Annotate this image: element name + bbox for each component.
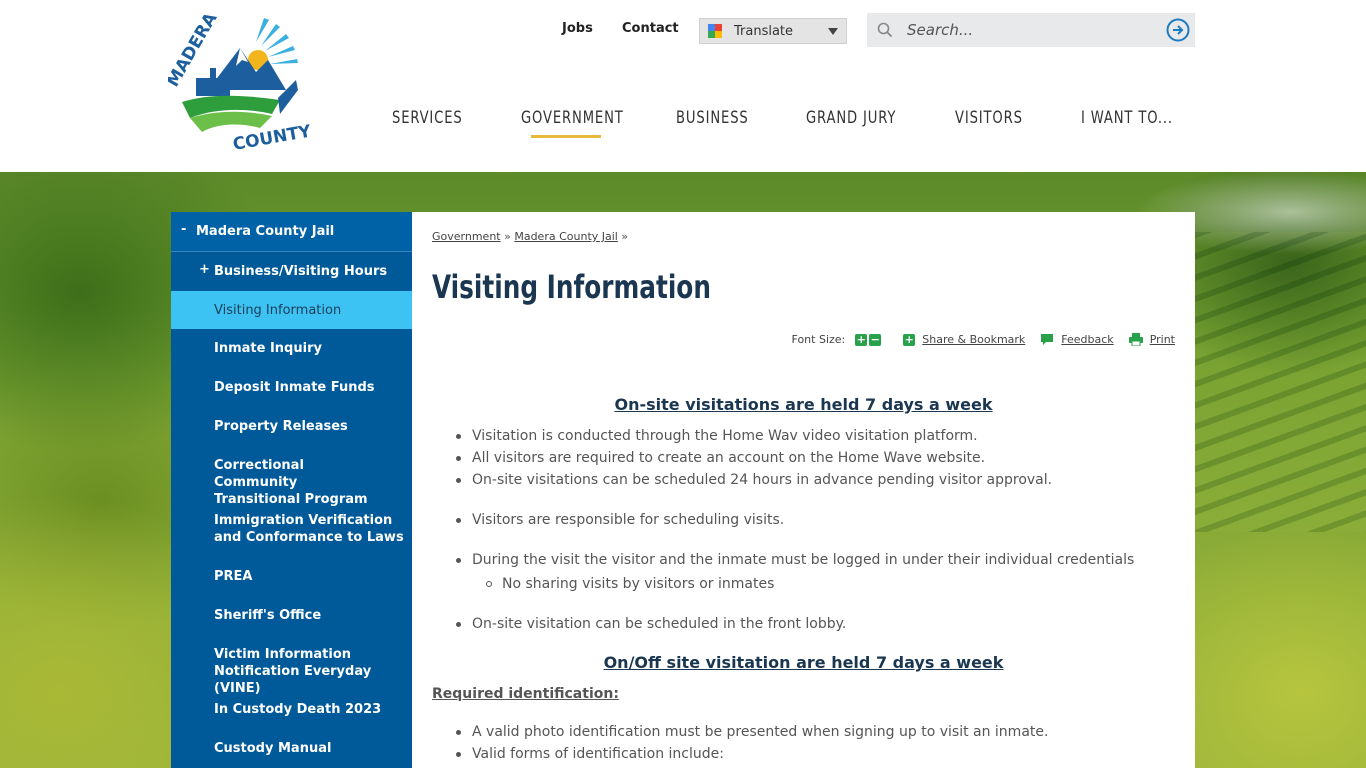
list-item: During the visit the visitor and the inm…: [472, 552, 1135, 568]
onsite-visitations-heading: On-site visitations are held 7 days a we…: [614, 395, 993, 414]
sidebar-item-custody-manual[interactable]: Custody Manual: [171, 740, 412, 757]
nav-grand-jury[interactable]: GRAND JURY: [806, 108, 896, 128]
print-link[interactable]: Print: [1150, 333, 1175, 346]
google-translate-icon: [708, 24, 722, 38]
list-item: A valid photo identification must be pre…: [472, 724, 1049, 740]
required-identification-label: Required identification:: [432, 686, 619, 702]
list-item: All visitors are required to create an a…: [472, 450, 986, 466]
madera-county-logo[interactable]: MADERA COUNTY: [163, 9, 314, 156]
breadcrumb-madera-county-jail[interactable]: Madera County Jail: [514, 230, 618, 243]
sidebar-item-visiting-information[interactable]: Visiting Information: [171, 291, 412, 329]
sidebar-item-vine[interactable]: Victim Information Notification Everyday…: [171, 646, 401, 697]
nav-services[interactable]: SERVICES: [392, 108, 463, 128]
feedback-link[interactable]: Feedback: [1061, 333, 1113, 346]
sidebar-item-inmate-inquiry[interactable]: Inmate Inquiry: [171, 340, 412, 357]
sidebar-item-in-custody-death-2023[interactable]: In Custody Death 2023: [171, 701, 412, 718]
sidebar-item-correctional-community[interactable]: Correctional Community Transitional Prog…: [171, 457, 381, 508]
contact-link[interactable]: Contact: [622, 21, 679, 36]
collapse-icon[interactable]: -: [181, 221, 186, 238]
breadcrumb-government[interactable]: Government: [432, 230, 501, 243]
breadcrumb: Government » Madera County Jail »: [432, 230, 629, 243]
sidebar-item-property-releases[interactable]: Property Releases: [171, 418, 412, 435]
nav-visitors[interactable]: VISITORS: [955, 108, 1023, 128]
sidebar-nav: - Madera County Jail + Business/Visiting…: [171, 212, 412, 768]
font-decrease-button[interactable]: −: [869, 333, 882, 346]
list-item: On-site visitation can be scheduled in t…: [472, 616, 847, 632]
sidebar-item-madera-county-jail[interactable]: - Madera County Jail: [171, 212, 412, 252]
search-submit-icon[interactable]: [1166, 18, 1190, 42]
font-increase-button[interactable]: +: [855, 333, 868, 346]
jobs-link[interactable]: Jobs: [562, 21, 593, 36]
list-item: On-site visitations can be scheduled 24 …: [472, 472, 1053, 488]
expand-icon[interactable]: +: [199, 261, 210, 278]
font-size-label: Font Size:: [791, 333, 846, 346]
translate-dropdown[interactable]: Translate: [699, 18, 847, 44]
chevron-down-icon: [828, 28, 838, 35]
search-bar: [867, 13, 1195, 47]
nav-business[interactable]: BUSINESS: [676, 108, 749, 128]
sidebar-item-deposit-inmate-funds[interactable]: Deposit Inmate Funds: [171, 379, 412, 396]
list-item: Visitation is conducted through the Home…: [472, 428, 978, 444]
site-header: MADERA COUNTY Jobs Contact Translate SER…: [0, 0, 1366, 172]
search-icon: [877, 22, 893, 38]
svg-text:COUNTY: COUNTY: [231, 121, 313, 155]
list-item: Visitors are responsible for scheduling …: [472, 512, 785, 528]
page-tools: Font Size: + − + Share & Bookmark Feedba…: [792, 333, 1175, 346]
page-title: Visiting Information: [432, 268, 711, 306]
onoff-site-visitation-heading: On/Off site visitation are held 7 days a…: [603, 653, 1004, 672]
main-content: Government » Madera County Jail » Visiti…: [412, 212, 1195, 768]
print-icon: [1128, 333, 1143, 346]
nav-government[interactable]: GOVERNMENT: [521, 108, 624, 128]
sidebar-item-prea[interactable]: PREA: [171, 568, 412, 585]
share-plus-icon: +: [903, 332, 916, 346]
sub-list-item: No sharing visits by visitors or inmates: [502, 576, 775, 592]
feedback-icon: [1041, 334, 1054, 345]
active-nav-underline: [531, 135, 601, 138]
sidebar-item-business-visiting-hours[interactable]: + Business/Visiting Hours: [171, 252, 412, 291]
list-item: Valid forms of identification include:: [472, 746, 724, 762]
translate-label: Translate: [734, 23, 794, 39]
sidebar-item-sheriffs-office[interactable]: Sheriff's Office: [171, 607, 412, 624]
sidebar-item-immigration-verification[interactable]: Immigration Verification and Conformance…: [171, 512, 409, 546]
share-bookmark-link[interactable]: Share & Bookmark: [922, 333, 1025, 346]
search-input[interactable]: [907, 19, 1157, 41]
nav-i-want-to[interactable]: I WANT TO...: [1081, 108, 1173, 128]
